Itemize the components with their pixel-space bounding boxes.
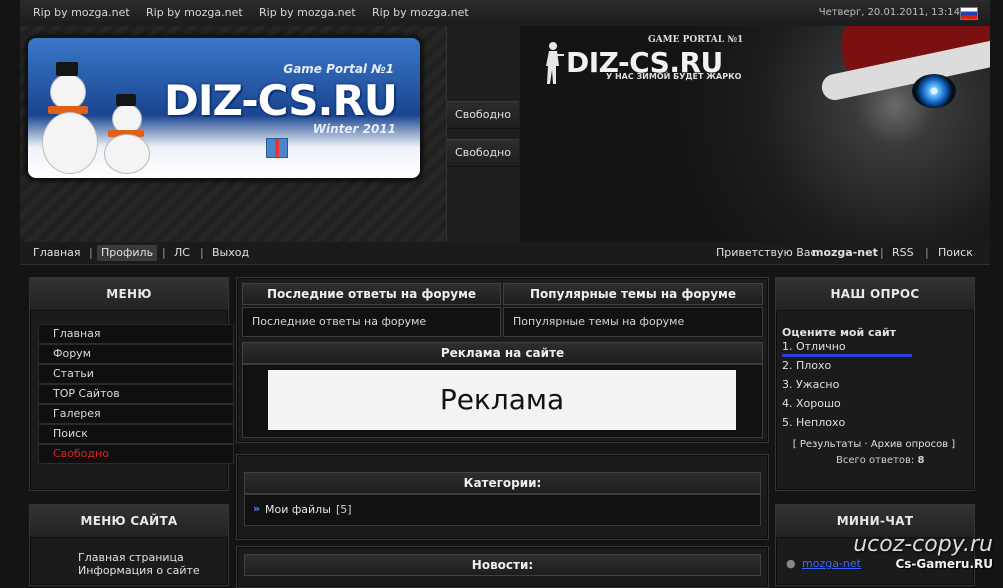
banner-title: DIZ-CS.RU [164, 76, 398, 125]
news-title: Новости: [244, 554, 761, 576]
poll-links[interactable]: [ Результаты · Архив опросов ] [776, 439, 972, 450]
snowman-small-body-icon [104, 134, 150, 174]
main-nav: Главная | Профиль | ЛС | Выход Приветств… [20, 242, 990, 265]
snowman-body-icon [42, 112, 98, 174]
poll-option-1[interactable]: 1. Отлично [782, 340, 846, 353]
poll-option-3[interactable]: 3. Ужасно [782, 378, 839, 391]
categories-box: » Мои файлы [5] [244, 494, 761, 526]
gameru-watermark: Cs-Gameru.RU [895, 557, 993, 571]
snowman-hat-icon [56, 62, 78, 76]
poll-option-2[interactable]: 2. Плохо [782, 359, 831, 372]
menu-item-free[interactable]: Свободно [38, 444, 234, 464]
poll-total-value: 8 [917, 455, 925, 466]
poll-question: Оцените мой сайт [782, 326, 897, 339]
menu-item-articles[interactable]: Статьи [38, 364, 234, 384]
double-arrow-icon: » [253, 502, 261, 515]
forum-popular-title: Популярные темы на форуме [503, 283, 763, 305]
nav-profile[interactable]: Профиль [97, 245, 158, 261]
nav-search[interactable]: Поиск [938, 246, 973, 259]
rip-link-2[interactable]: Rip by mozga.net [146, 6, 243, 19]
ucoz-watermark: ucoz-copy.ru [853, 532, 993, 557]
site-menu-title: МЕНЮ САЙТА [30, 505, 228, 538]
header-slot-column [446, 26, 522, 242]
logo-slogan: У НАС ЗИМОЙ БУДЕТ ЖАРКО [606, 72, 742, 81]
header-artwork: GAME PORTAL №1 DIZ-CS.RU У НАС ЗИМОЙ БУД… [520, 26, 990, 242]
menu-item-search[interactable]: Поиск [38, 424, 234, 444]
poll-total: Всего ответов: 8 [836, 455, 924, 466]
top-bar: Rip by mozga.net Rip by mozga.net Rip by… [20, 0, 990, 27]
menu-item-top-sites[interactable]: ТОР Сайтов [38, 384, 234, 404]
left-menu-panel: МЕНЮ Главная Форум Статьи ТОР Сайтов Гал… [29, 277, 234, 491]
forum-latest-box[interactable]: Последние ответы на форуме [242, 307, 501, 337]
nav-separator: | [89, 246, 93, 259]
nav-separator: | [925, 246, 929, 259]
site-banner[interactable]: Game Portal №1 DIZ-CS.RU Winter 2011 [26, 36, 422, 180]
category-my-files[interactable]: Мои файлы [265, 503, 331, 516]
chat-user-link[interactable]: mozga-net [802, 557, 861, 570]
russian-flag-icon [960, 7, 978, 20]
ad-banner[interactable]: Реклама [268, 370, 736, 430]
poll-title: НАШ ОПРОС [776, 278, 974, 311]
categories-title: Категории: [244, 472, 761, 494]
nav-separator: | [880, 246, 884, 259]
forum-latest-title: Последние ответы на форуме [242, 283, 501, 305]
nav-separator: | [162, 246, 166, 259]
rip-link-3[interactable]: Rip by mozga.net [259, 6, 356, 19]
forum-popular-box[interactable]: Популярные темы на форуме [503, 307, 763, 337]
blue-eye-icon [912, 74, 956, 108]
ads-title: Реклама на сайте [242, 342, 763, 364]
user-icon: ● [786, 557, 796, 570]
banner-subtitle: Winter 2011 [312, 122, 396, 136]
header-slot-1[interactable]: Свободно [447, 101, 519, 129]
header-slot-2[interactable]: Свободно [447, 139, 519, 167]
date-time: Четверг, 20.01.2011, 13:14 [818, 7, 960, 18]
rip-link-1[interactable]: Rip by mozga.net [33, 6, 130, 19]
nav-separator: | [200, 246, 204, 259]
menu-item-forum[interactable]: Форум [38, 344, 234, 364]
greeting-text: Приветствую Вас [716, 246, 817, 259]
poll-result-bar [782, 354, 912, 357]
menu-item-gallery[interactable]: Галерея [38, 404, 234, 424]
category-count: [5] [336, 503, 352, 516]
site-menu-item-about[interactable]: Информация о сайте [78, 564, 200, 577]
cs-soldier-icon [546, 42, 564, 84]
nav-username[interactable]: mozga-net [812, 246, 878, 259]
snowman-head-icon [50, 74, 86, 110]
banner-portal-label: Game Portal №1 [283, 62, 394, 76]
nav-home[interactable]: Главная [33, 246, 81, 259]
nav-rss[interactable]: RSS [892, 246, 914, 259]
poll-total-label: Всего ответов: [836, 455, 915, 466]
poll-option-5[interactable]: 5. Неплохо [782, 416, 845, 429]
rip-link-4[interactable]: Rip by mozga.net [372, 6, 469, 19]
snowman-small-hat-icon [116, 94, 136, 106]
logo-portal-label: GAME PORTAL №1 [648, 35, 744, 45]
site-menu-item-main-page[interactable]: Главная страница [78, 551, 184, 564]
poll-option-4[interactable]: 4. Хорошо [782, 397, 841, 410]
menu-item-home[interactable]: Главная [38, 324, 234, 344]
nav-messages[interactable]: ЛС [174, 246, 190, 259]
left-menu-title: МЕНЮ [30, 278, 228, 311]
gift-icon [266, 138, 288, 158]
nav-logout[interactable]: Выход [212, 246, 249, 259]
